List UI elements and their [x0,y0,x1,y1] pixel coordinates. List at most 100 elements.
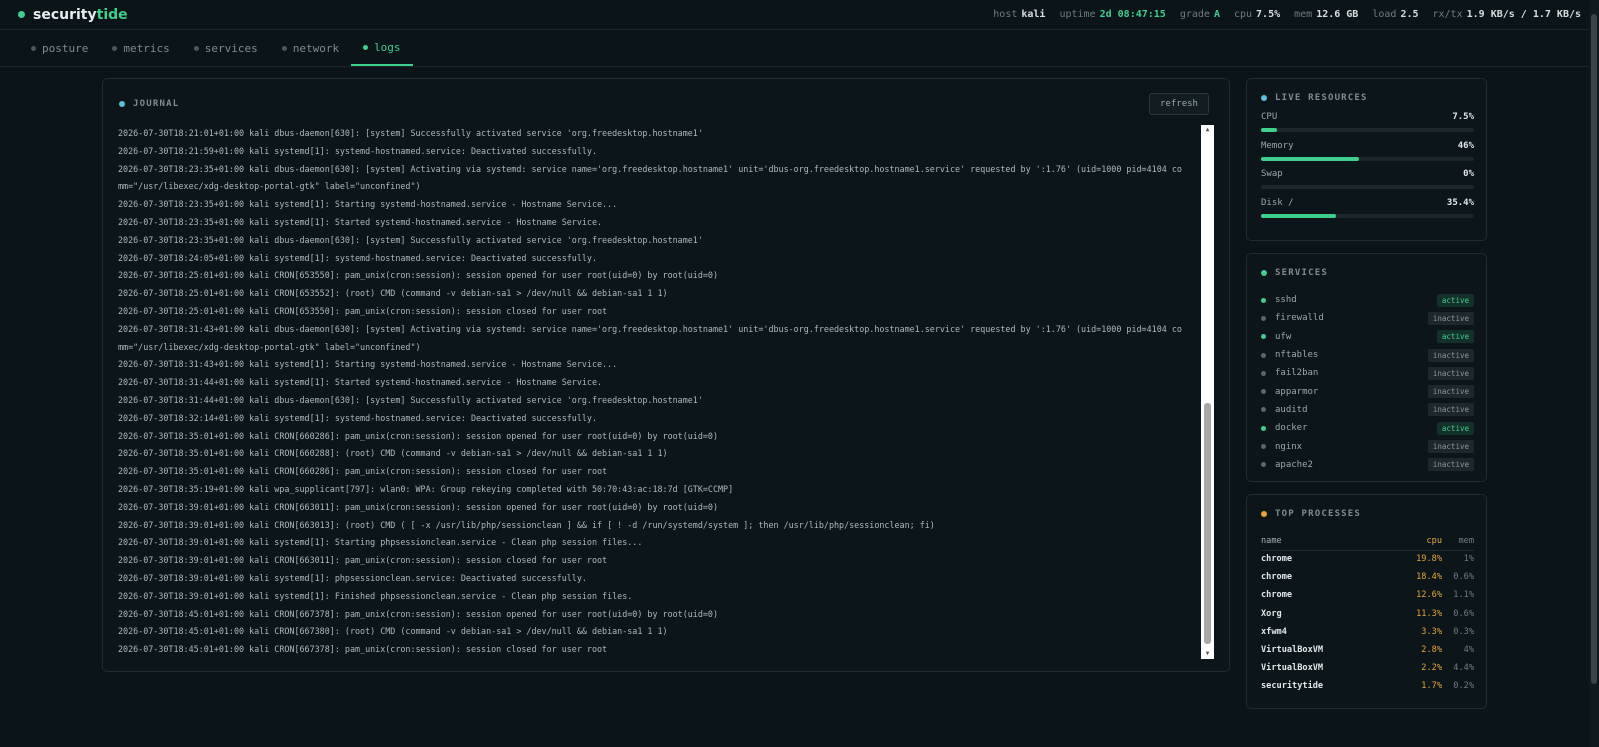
resource-item: Memory 46% [1261,141,1474,161]
process-name: chrome [1261,590,1293,601]
table-row[interactable]: chrome 12.6% 1.1% [1261,586,1474,604]
col-header-name[interactable]: name [1261,533,1389,551]
service-item[interactable]: nftables inactive [1261,346,1474,364]
tab-network[interactable]: network [270,31,351,66]
process-cpu: 1.7% [1421,681,1442,692]
tab-label: network [292,42,340,55]
tab-dot-icon [112,46,118,51]
tab-metrics[interactable]: metrics [100,31,181,66]
log-line: 2026-07-30T18:31:43+01:00 kali systemd[1… [118,359,618,370]
resource-bar-fill [1261,156,1359,161]
service-name: nginx [1275,441,1303,452]
status-badge: inactive [1427,440,1474,454]
brand-logo[interactable]: securitytide [18,7,128,23]
status-dot-icon [1261,389,1266,395]
resource-bar [1261,156,1474,161]
log-line: 2026-07-30T18:35:19+01:00 kali wpa_suppl… [118,483,734,494]
resource-bar [1261,185,1474,190]
service-item[interactable]: ufw active [1261,328,1474,346]
col-header-mem[interactable]: mem [1442,533,1474,551]
status-dot-icon [1261,352,1266,358]
process-mem: 0.6% [1453,572,1474,583]
rxtx-label: rx/tx [1432,9,1463,20]
ok-dot-icon [1261,270,1267,276]
process-name: chrome [1261,554,1293,565]
page-scrollbar-thumb[interactable] [1591,14,1597,684]
mem-value: 12.6 GB [1316,9,1359,20]
resources-title-text: LIVE RESOURCES [1275,93,1368,103]
host-label: host [993,9,1018,20]
log-line: 2026-07-30T18:39:01+01:00 kali CRON[6630… [118,519,935,530]
log-line: 2026-07-30T18:39:01+01:00 kali systemd[1… [118,537,643,548]
status-dot-icon [1261,407,1266,413]
log-line: 2026-07-30T18:23:35+01:00 kali systemd[1… [118,216,603,227]
resource-label: CPU [1261,112,1278,122]
table-row[interactable]: VirtualBoxVM 2.2% 4.4% [1261,659,1474,677]
table-row[interactable]: VirtualBoxVM 2.8% 4% [1261,641,1474,659]
service-item[interactable]: apparmor inactive [1261,382,1474,400]
page-scrollbar[interactable] [1589,0,1599,747]
process-cpu: 2.2% [1421,663,1442,674]
log-line: 2026-07-30T18:31:43+01:00 kali dbus-daem… [118,323,1182,352]
status-dot-icon [1261,370,1266,376]
service-item[interactable]: sshd active [1261,291,1474,309]
service-item[interactable]: fail2ban inactive [1261,364,1474,382]
processes-table: name cpu mem chrome 19.8% 1% chrome 18.4% 0.6… [1261,533,1474,696]
log-line: 2026-07-30T18:25:01+01:00 kali CRON[6535… [118,288,668,299]
journal-log[interactable]: 2026-07-30T18:21:01+01:00 kali dbus-daem… [118,125,1184,659]
table-row[interactable]: securitytide 1.7% 0.2% [1261,677,1474,695]
service-name: docker [1275,423,1308,434]
service-name: sshd [1275,295,1297,306]
table-row[interactable]: xfwm4 3.3% 0.3% [1261,623,1474,641]
tab-logs[interactable]: logs [351,31,413,66]
status-dot-icon [1261,334,1266,340]
table-row[interactable]: chrome 19.8% 1% [1261,550,1474,568]
resource-bar [1261,128,1474,132]
log-line: 2026-07-30T18:32:14+01:00 kali systemd[1… [118,412,598,423]
journal-title-text: JOURNAL [133,99,180,109]
load-label: load [1372,9,1397,20]
status-dot-icon [18,11,25,18]
tab-services[interactable]: services [182,31,270,66]
log-line: 2026-07-30T18:35:01+01:00 kali CRON[6602… [118,466,608,477]
tab-dot-icon [281,46,287,51]
service-name: apache2 [1275,459,1313,470]
resource-value: 46% [1457,140,1474,151]
resource-value: 7.5% [1452,112,1474,122]
top-bar: securitytide host kali uptime 2d 08:47:15 … [0,0,1599,30]
process-cpu: 2.8% [1421,645,1442,656]
tab-label: metrics [123,42,170,55]
status-dot-icon [1261,315,1266,321]
log-line: 2026-07-30T18:35:01+01:00 kali CRON[6602… [118,448,668,459]
scroll-down-icon[interactable]: ▼ [1201,649,1214,659]
host-value: kali [1021,9,1046,20]
tab-label: logs [374,41,401,54]
journal-scrollbar[interactable]: ▲ ▼ [1201,125,1214,659]
process-mem: 1% [1463,554,1474,565]
process-cpu: 11.3% [1416,608,1442,619]
service-item[interactable]: firewalld inactive [1261,309,1474,327]
resource-label: Disk / [1261,198,1294,209]
service-item[interactable]: auditd inactive [1261,401,1474,419]
scroll-up-icon[interactable]: ▲ [1201,125,1214,135]
table-row[interactable]: Xorg 11.3% 0.6% [1261,605,1474,623]
resource-bar-fill [1261,214,1337,219]
log-line: 2026-07-30T18:23:35+01:00 kali systemd[1… [118,199,618,210]
status-badge: inactive [1427,348,1474,362]
log-line: 2026-07-30T18:23:35+01:00 kali dbus-daem… [118,163,1182,192]
service-item[interactable]: apache2 inactive [1261,456,1474,474]
refresh-button[interactable]: refresh [1149,93,1209,115]
scrollbar-thumb[interactable] [1204,403,1211,644]
col-header-cpu[interactable]: cpu [1388,533,1442,551]
service-item[interactable]: nginx inactive [1261,437,1474,455]
table-row[interactable]: chrome 18.4% 0.6% [1261,568,1474,586]
log-line: 2026-07-30T18:21:59+01:00 kali systemd[1… [118,145,598,156]
service-item[interactable]: docker active [1261,419,1474,437]
status-badge: inactive [1427,385,1474,399]
cpu-label: cpu [1233,9,1253,20]
process-mem: 4% [1463,645,1474,656]
tab-posture[interactable]: posture [19,31,100,66]
status-badge: active [1436,421,1474,435]
process-name: VirtualBoxVM [1261,663,1324,674]
system-stats: host kali uptime 2d 08:47:15 grade A cpu 7.5… [993,9,1581,20]
